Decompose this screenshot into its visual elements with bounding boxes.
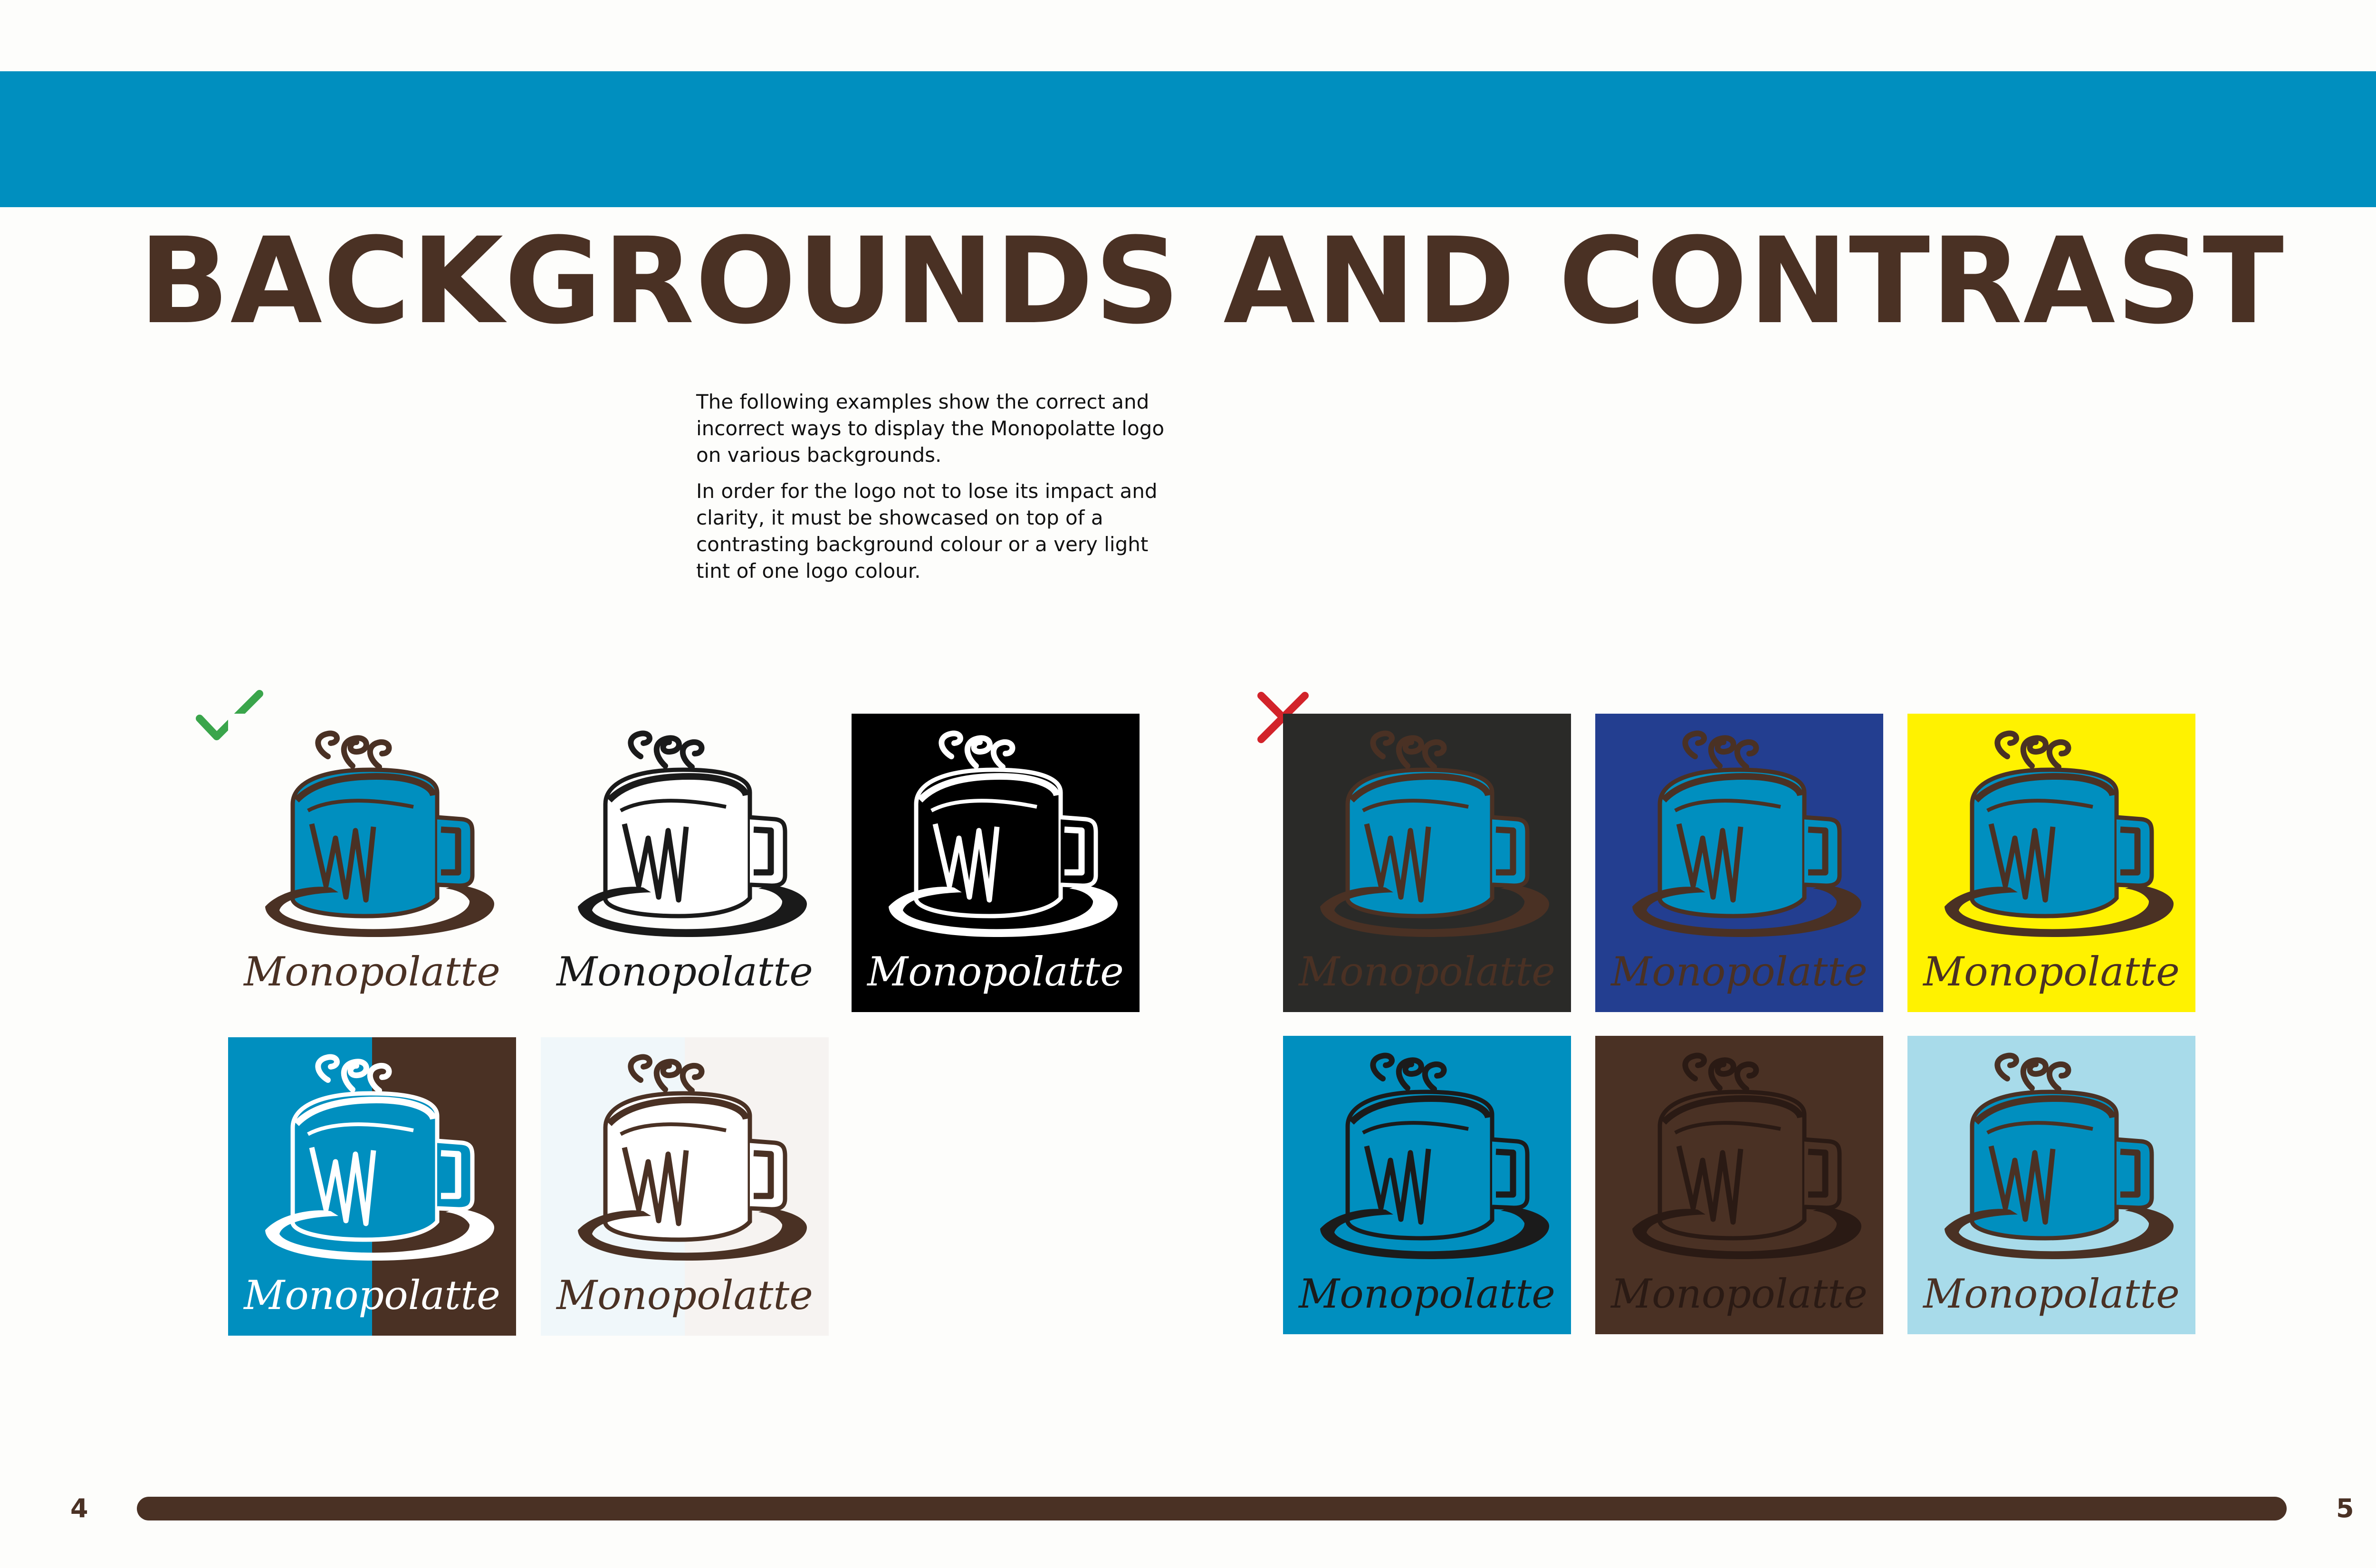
logo-wordmark: Monopolatte	[243, 1272, 500, 1319]
logo-wordmark: Monopolatte	[866, 948, 1124, 995]
header-band	[0, 71, 2376, 207]
cup-icon	[265, 1054, 494, 1261]
logo-wordmark: Monopolatte	[1610, 948, 1868, 995]
intro-text: The following examples show the correct …	[696, 389, 1171, 594]
logo-image: Monopolatte	[1922, 730, 2180, 995]
logo-wordmark: Monopolatte	[1922, 948, 2180, 995]
correct-tile: Monopolatte	[852, 714, 1140, 1012]
logo-wordmark: Monopolatte	[556, 948, 813, 995]
logo-wordmark: Monopolatte	[1922, 1271, 2180, 1317]
cup-icon	[1945, 1052, 2174, 1259]
logo-image: Monopolatte	[1610, 730, 1868, 995]
intro-paragraph-2: In order for the logo not to lose its im…	[696, 479, 1158, 583]
cup-icon	[578, 730, 807, 937]
logo-image: Monopolatte	[243, 730, 500, 995]
logo-wordmark: Monopolatte	[1298, 1271, 1555, 1317]
logo-wordmark: Monopolatte	[556, 1272, 813, 1319]
cup-icon	[265, 730, 494, 937]
logo-wordmark: Monopolatte	[1610, 1271, 1868, 1317]
cup-icon	[889, 730, 1118, 937]
page-title: BACKGROUNDS AND CONTRAST	[139, 212, 2285, 350]
cup-icon	[1632, 730, 1861, 937]
logo-image: Monopolatte	[556, 1054, 813, 1319]
correct-tile: Monopolatte	[541, 1037, 829, 1336]
cup-icon	[1320, 1052, 1549, 1259]
cup-icon	[578, 1054, 807, 1261]
correct-tile: Monopolatte	[228, 714, 516, 1012]
incorrect-tile: Monopolatte	[1907, 714, 2195, 1012]
incorrect-tile: Monopolatte	[1283, 714, 1571, 1012]
logo-wordmark: Monopolatte	[243, 948, 500, 995]
page-number-right: 5	[2336, 1493, 2354, 1523]
logo-image: Monopolatte	[1922, 1052, 2180, 1317]
incorrect-tile: Monopolatte	[1907, 1036, 2195, 1334]
page-number-left: 4	[70, 1493, 88, 1523]
logo-image: Monopolatte	[1610, 1052, 1868, 1317]
logo-image: Monopolatte	[243, 1054, 500, 1319]
incorrect-tile: Monopolatte	[1283, 1036, 1571, 1334]
cup-icon	[1945, 730, 2174, 937]
correct-tile: Monopolatte	[541, 714, 829, 1012]
logo-image: Monopolatte	[866, 730, 1124, 995]
logo-image: Monopolatte	[556, 730, 813, 995]
cup-icon	[1320, 730, 1549, 937]
intro-paragraph-1: The following examples show the correct …	[696, 390, 1165, 467]
correct-tile: Monopolatte	[228, 1037, 516, 1336]
logo-image: Monopolatte	[1298, 730, 1555, 995]
incorrect-tile: Monopolatte	[1595, 1036, 1883, 1334]
incorrect-tile: Monopolatte	[1595, 714, 1883, 1012]
footer-bar	[137, 1497, 2287, 1520]
logo-wordmark: Monopolatte	[1298, 948, 1555, 995]
cup-icon	[1632, 1052, 1861, 1259]
logo-image: Monopolatte	[1298, 1052, 1555, 1317]
